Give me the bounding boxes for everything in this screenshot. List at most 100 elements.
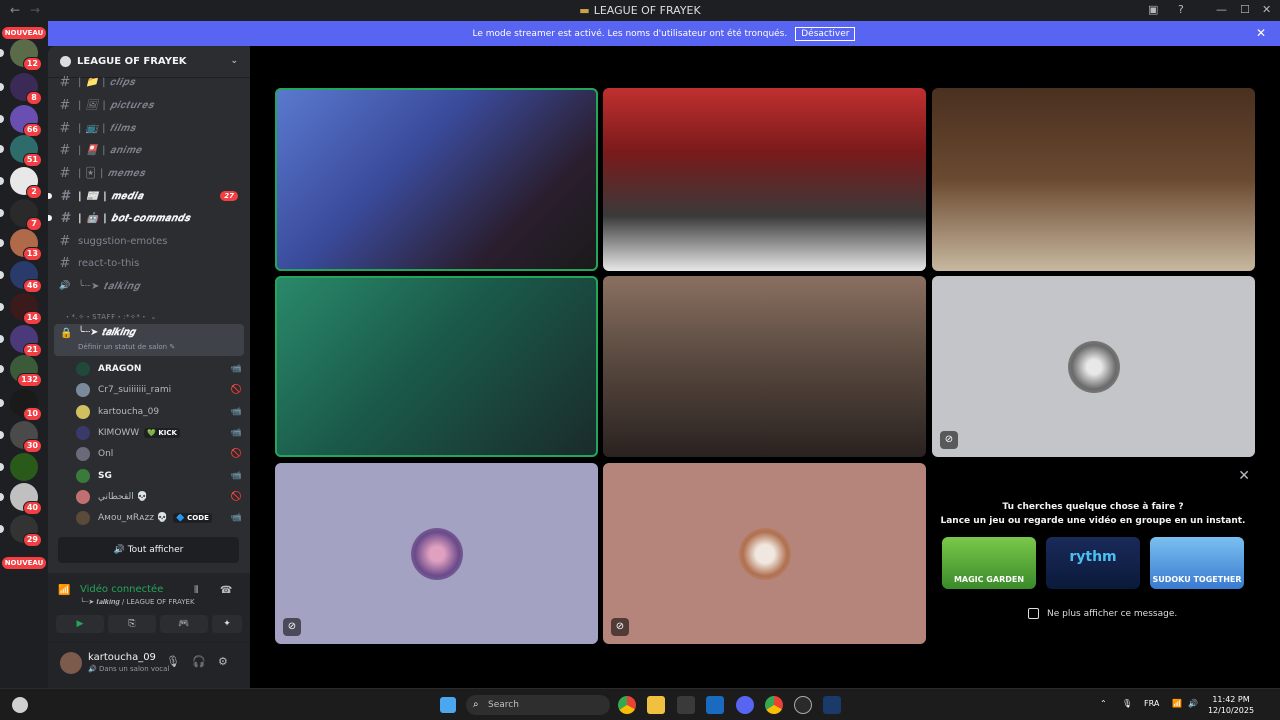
camera-button[interactable]: ▶ [56,615,104,633]
close-icon[interactable]: ✕ [1238,468,1250,484]
server-icon[interactable]: 40 [0,483,42,515]
windows-start-icon[interactable] [440,697,456,713]
channel-name: | 🃏 | 𝒎𝒆𝒎𝒆𝒔 [78,167,146,179]
channel-item[interactable]: # | 📺 | 𝒇𝒊𝒍𝒎𝒔 [56,118,244,138]
tray-chevron-icon[interactable]: ⌃ [1100,699,1107,708]
discord-icon[interactable] [736,696,754,714]
server-icon[interactable]: 29 [0,515,42,547]
channel-item[interactable]: # | 🤖 | 𝒃𝒐𝒕-𝒄𝒐𝒎𝒎𝒂𝒏𝒅𝒔 [48,208,244,228]
outlook-icon[interactable] [706,696,724,714]
show-all-button[interactable]: 🔊 Tout afficher [58,537,239,563]
server-icon[interactable]: 14 [0,293,42,325]
channel-name: react-to-this [78,257,140,269]
channel-item[interactable]: 🔊 ╰┈➤ 𝒕𝒂𝒍𝒌𝒊𝒏𝒈 [56,276,244,296]
voice-user[interactable]: Aᴍᴏᴜ_ᴍRᴀᴢᴢ 💀 🔷 CODE 📹 [76,509,242,527]
mention-badge: 30 [22,439,42,453]
hashtag-icon: # [59,142,71,158]
wifi-icon[interactable]: 📶 [1172,699,1182,708]
language-indicator[interactable]: FRA [1144,699,1159,708]
chrome-icon[interactable] [765,696,783,714]
voice-user[interactable]: kartoucha_09 📹 [76,403,242,421]
activity-button[interactable]: 🎮 [160,615,208,633]
disconnect-icon[interactable]: ☎ [220,585,232,596]
file-explorer-icon[interactable] [647,696,665,714]
channel-item[interactable]: # suggstion-emotes [56,231,244,251]
video-tile[interactable] [603,88,926,271]
title-bar: ← → ▬ LEAGUE OF FRAYEK ▣ ? — ☐ ✕ [0,0,1280,21]
noise-suppression-icon[interactable]: ⦀ [194,585,198,596]
server-name: LEAGUE OF FRAYEK [77,56,187,67]
dont-show-checkbox[interactable]: Ne plus afficher ce message. [1028,608,1177,619]
taskbar-search[interactable]: ⌕ Search [466,695,610,715]
server-icon[interactable] [0,453,38,481]
video-tile[interactable] [932,88,1255,271]
camera-icon: 📹 [230,513,242,524]
screen-share-button[interactable]: ⎘ [108,615,156,633]
voice-tile[interactable]: ⊘ [603,463,926,644]
server-icon[interactable]: 2 [0,167,42,199]
hashtag-icon: # [60,210,70,226]
close-banner-icon[interactable]: ✕ [1256,26,1266,40]
voice-user[interactable]: Cr7_suiiiiiii_rami 🚫 [76,381,242,399]
voice-user-name: KIMOWW [98,427,140,438]
voice-user[interactable]: SG 📹 [76,467,242,485]
checkbox-icon[interactable] [1028,608,1039,619]
server-icon[interactable]: 10 [0,389,42,421]
voice-user[interactable]: KIMOWW 💚 KICK 📹 [76,424,242,442]
video-tile[interactable] [603,276,926,457]
server-icon[interactable]: 21 [0,325,42,357]
voice-tile[interactable]: ⊘ [275,463,598,644]
staff-category[interactable]: ・*.✧・STAFF・:*✧*・ ⌄ [64,312,157,322]
channel-item[interactable]: # react-to-this [56,253,244,273]
headphones-icon[interactable]: 🎧 [192,655,206,668]
channel-item[interactable]: # | 🃏 | 𝒎𝒆𝒎𝒆𝒔 [56,163,244,183]
chevron-down-icon[interactable]: ⌄ [230,56,238,66]
activity-card-sudoku[interactable]: SUDOKU TOGETHER [1150,537,1244,589]
channel-item[interactable]: # | 🖼 | 𝒑𝒊𝒄𝒕𝒖𝒓𝒆𝒔 [56,95,244,115]
signal-icon[interactable]: 📶 [58,585,70,596]
voice-location[interactable]: ╰┈➤ 𝒕𝒂𝒍𝒌𝒊𝒏𝒈 / LEAGUE OF FRAYEK [80,598,195,607]
channel-status[interactable]: Définir un statut de salon ✎ [78,343,175,351]
voice-user[interactable]: القحطاني 💀 🚫 [76,488,242,506]
volume-icon[interactable]: 🔊 [1188,699,1198,708]
screen-icon[interactable]: ▣ [1148,3,1158,16]
settings-gear-icon[interactable]: ⚙ [218,655,228,668]
help-icon[interactable]: ? [1178,3,1184,16]
video-tile[interactable] [275,276,598,457]
server-icon[interactable]: 51 [0,135,42,167]
server-icon[interactable]: 13 [0,229,42,261]
voice-tile[interactable]: ⊘ [932,276,1255,457]
voice-user[interactable]: Onl 🚫 [76,445,242,463]
channel-item[interactable]: # | 📰 | 𝒎𝒆𝒅𝒊𝒂 27 [48,186,244,206]
close-window-icon[interactable]: ✕ [1262,3,1271,16]
server-icon[interactable]: 66 [0,105,42,137]
server-icon[interactable]: 7 [0,199,42,231]
soundboard-button[interactable]: ✦ [212,615,242,633]
activity-card-rythm[interactable]: rythm [1046,537,1140,589]
maximize-icon[interactable]: ☐ [1240,3,1250,16]
minimize-icon[interactable]: — [1216,3,1227,16]
store-icon[interactable] [677,696,695,714]
video-tile[interactable] [275,88,598,271]
mic-tray-icon[interactable]: 🎙 [1122,699,1132,708]
widgets-icon[interactable] [12,697,28,713]
app-icon[interactable] [794,696,812,714]
new-badge: NOUVEAU [2,557,46,569]
clock[interactable]: 11:42 PM 12/10/2025 [1206,694,1256,716]
active-voice-channel[interactable]: 🔒 ╰┈➤ 𝒕𝒂𝒍𝒌𝒊𝒏𝒈 Définir un statut de salon… [54,324,244,356]
steam-icon[interactable] [823,696,841,714]
microphone-icon[interactable]: 🎙 [166,655,180,668]
server-icon[interactable]: 12 [0,39,42,71]
activity-card-magic-garden[interactable]: MAGIC GARDEN [942,537,1036,589]
server-icon[interactable]: 30 [0,421,42,453]
channel-item[interactable]: # | 📁 | 𝒄𝒍𝒊𝒑𝒔 [56,72,244,92]
voice-user[interactable]: ARAGON 📹 [76,360,242,378]
username[interactable]: kartoucha_09 [88,652,156,663]
disable-streamer-button[interactable]: Désactiver [795,26,856,41]
avatar[interactable] [60,652,82,674]
server-icon[interactable]: 8 [0,73,42,105]
server-icon[interactable]: 132 [0,355,42,387]
channel-item[interactable]: # | 🎴 | 𝒂𝒏𝒊𝒎𝒆 [56,140,244,160]
server-icon[interactable]: 46 [0,261,42,293]
chrome-icon[interactable] [618,696,636,714]
